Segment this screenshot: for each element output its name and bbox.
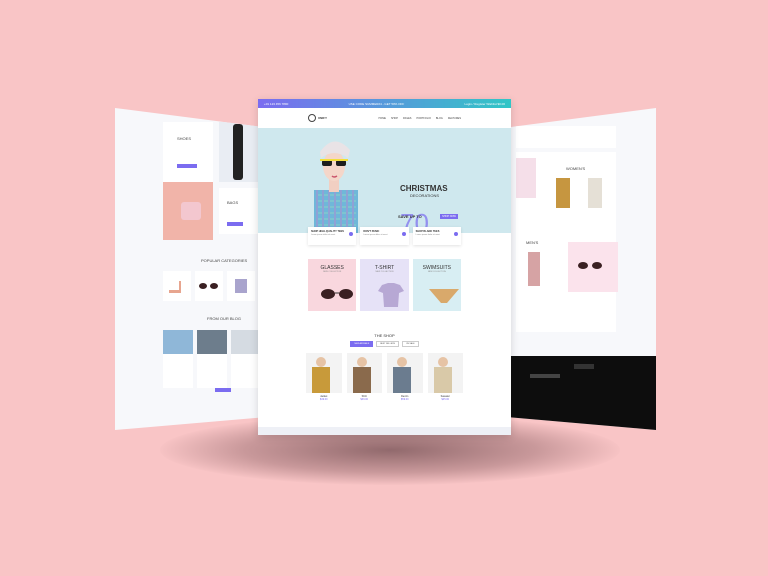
blog-title: FROM OUR BLOG bbox=[207, 316, 242, 321]
feature-desc: Lorem ipsum dolor sit amet bbox=[415, 234, 440, 236]
legs-photo bbox=[219, 122, 259, 182]
right-top-banner bbox=[516, 126, 616, 148]
mens-title: MEN'S bbox=[526, 240, 539, 245]
product-grid: Jacket $49.00 Shirt $39.00 Denim $59.00 bbox=[258, 353, 511, 401]
feature-desc: Lorem ipsum dolor sit amet bbox=[363, 234, 388, 236]
nav-blog[interactable]: BLOG bbox=[436, 117, 443, 120]
product-price: $39.00 bbox=[360, 398, 369, 401]
feature-title: SHOP BLANK TEES bbox=[415, 230, 440, 233]
hero-shop-button[interactable]: SHOP NOW bbox=[440, 214, 458, 219]
logo-text: UNIFY bbox=[318, 116, 327, 120]
left-page-preview: SHOES BAGS POPULAR CATEGORIES FROM OUR B… bbox=[115, 108, 265, 430]
site-logo[interactable]: UNIFY bbox=[308, 114, 327, 122]
category-thumb-shirt[interactable] bbox=[227, 271, 255, 301]
blog-card-2[interactable] bbox=[197, 330, 227, 388]
topbar-account[interactable]: Login / Register Wishlist $0.00 bbox=[464, 102, 505, 106]
site-header: UNIFY HOME SHOP PAGES PORTFOLIO BLOG FEA… bbox=[258, 108, 511, 128]
hero-title: CHRISTMAS bbox=[400, 184, 448, 193]
product-price: $59.00 bbox=[400, 398, 409, 401]
product-image[interactable] bbox=[427, 353, 463, 393]
bags-button[interactable] bbox=[227, 222, 243, 226]
category-title: T-SHIRT bbox=[374, 265, 395, 271]
category-sub: NEW COLLECTION bbox=[427, 271, 446, 273]
nav-portfolio[interactable]: PORTFOLIO bbox=[416, 117, 430, 120]
category-glasses[interactable]: GLASSES NEW COLLECTION bbox=[308, 259, 357, 311]
blog-card-3[interactable] bbox=[231, 330, 261, 388]
feature-card[interactable]: SHOP BLANK TEES Lorem ipsum dolor sit am… bbox=[412, 227, 461, 245]
bags-title: BAGS bbox=[227, 200, 239, 205]
hero-banner: 70 CHRISTMAS DECORATIONS SAVE UP TO SHOP… bbox=[258, 128, 511, 233]
tab-new-arrivals[interactable]: NEW ARRIVALS bbox=[350, 341, 374, 347]
nav-shop[interactable]: SHOP bbox=[391, 117, 398, 120]
product-card[interactable]: Sweater $45.00 bbox=[427, 353, 463, 401]
category-sub: NEW COLLECTION bbox=[323, 271, 342, 273]
shoes-title: SHOES bbox=[177, 136, 192, 141]
hero-subtitle: DECORATIONS bbox=[410, 193, 440, 198]
nav-features[interactable]: FEATURES bbox=[448, 117, 461, 120]
category-title: SWIMSUITS bbox=[422, 265, 451, 271]
arrow-circle-icon[interactable] bbox=[453, 232, 458, 236]
product-card[interactable]: Shirt $39.00 bbox=[346, 353, 382, 401]
shoes-card: SHOES bbox=[163, 122, 213, 182]
product-card[interactable]: Denim $59.00 bbox=[387, 353, 423, 401]
popular-categories-title: POPULAR CATEGORIES bbox=[201, 258, 248, 263]
feature-title: SHOP HIGH-QUALITY TEES bbox=[311, 230, 344, 233]
feature-card[interactable]: SHOP HIGH-QUALITY TEES Lorem ipsum dolor… bbox=[308, 227, 357, 245]
glasses-image bbox=[321, 289, 353, 299]
feature-strip: SHOP HIGH-QUALITY TEES Lorem ipsum dolor… bbox=[258, 227, 511, 245]
main-page-preview: +01 123 456 7890 USE CODE SUMMER24 - GET… bbox=[258, 99, 511, 435]
category-swimsuits[interactable]: SWIMSUITS NEW COLLECTION bbox=[412, 259, 461, 311]
footer-dark bbox=[508, 356, 656, 430]
hero-save-text: SAVE UP TO bbox=[398, 214, 422, 219]
category-tshirt[interactable]: T-SHIRT NEW COLLECTION bbox=[360, 259, 409, 311]
nav-pages[interactable]: PAGES bbox=[403, 117, 411, 120]
category-title: GLASSES bbox=[320, 265, 344, 271]
category-row: GLASSES NEW COLLECTION T-SHIRT NEW COLLE… bbox=[258, 259, 511, 311]
blog-more-button[interactable] bbox=[215, 388, 231, 392]
page-bottom-band bbox=[258, 427, 511, 435]
category-sub: NEW COLLECTION bbox=[375, 271, 394, 273]
bags-card: BAGS bbox=[219, 188, 259, 234]
swimsuit-image bbox=[428, 289, 459, 303]
category-thumb-glasses[interactable] bbox=[195, 271, 223, 301]
tab-on-sale[interactable]: ON SALE bbox=[401, 341, 419, 347]
blog-card-1[interactable] bbox=[163, 330, 193, 388]
mens-section: MEN'S bbox=[516, 232, 618, 332]
product-price: $49.00 bbox=[319, 398, 328, 401]
logo-mark-icon bbox=[308, 114, 316, 122]
shop-title: THE SHOP bbox=[374, 333, 395, 338]
feature-desc: Lorem ipsum dolor sit amet bbox=[311, 234, 336, 236]
women-photo bbox=[516, 158, 536, 198]
tshirt-image bbox=[378, 283, 405, 307]
product-image[interactable] bbox=[387, 353, 423, 393]
shop-section-header: THE SHOP NEW ARRIVALS BEST SELLERS ON SA… bbox=[258, 333, 511, 347]
arrow-circle-icon[interactable] bbox=[401, 232, 406, 236]
right-page-preview: WOMEN'S MEN'S bbox=[508, 108, 656, 430]
main-nav: HOME SHOP PAGES PORTFOLIO BLOG FEATURES bbox=[378, 117, 461, 120]
shop-tabs: NEW ARRIVALS BEST SELLERS ON SALE bbox=[258, 341, 511, 347]
top-promo-bar: +01 123 456 7890 USE CODE SUMMER24 - GET… bbox=[258, 99, 511, 108]
feature-card[interactable]: DON'T PANIC Lorem ipsum dolor sit amet bbox=[360, 227, 409, 245]
product-price: $45.00 bbox=[441, 398, 450, 401]
women-title: WOMEN'S bbox=[566, 166, 586, 171]
bag-photo bbox=[163, 182, 213, 240]
topbar-promo: USE CODE SUMMER24 - GET 50% OFF bbox=[348, 101, 405, 106]
nav-home[interactable]: HOME bbox=[378, 117, 386, 120]
product-image[interactable] bbox=[346, 353, 382, 393]
topbar-phone: +01 123 456 7890 bbox=[264, 101, 289, 106]
shoes-button[interactable] bbox=[177, 164, 197, 168]
product-card[interactable]: Jacket $49.00 bbox=[306, 353, 342, 401]
feature-title: DON'T PANIC bbox=[363, 230, 380, 233]
category-thumb-heels[interactable] bbox=[163, 271, 191, 301]
tab-best-sellers[interactable]: BEST SELLERS bbox=[376, 341, 399, 347]
hero-model-image bbox=[314, 141, 358, 233]
product-image[interactable] bbox=[306, 353, 342, 393]
